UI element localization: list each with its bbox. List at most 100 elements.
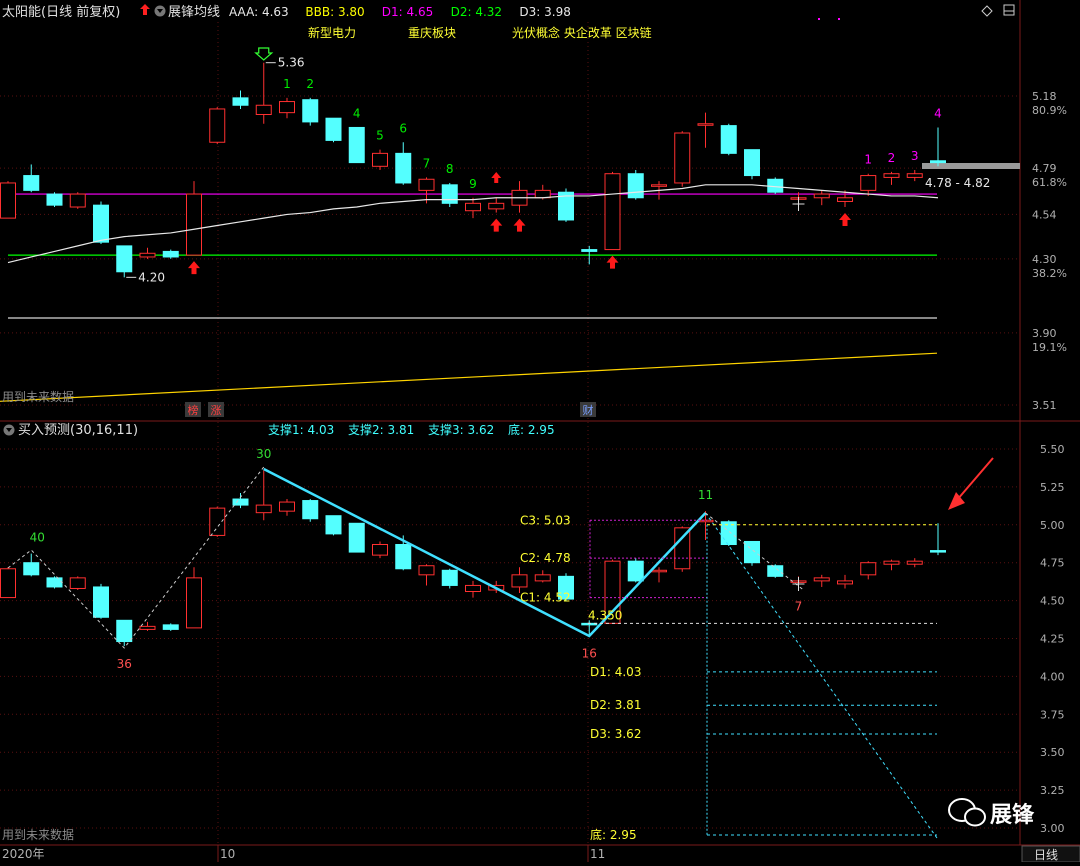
sub-y-tick-label: 4.25 [1040, 633, 1065, 646]
stock-chart[interactable]: 5.1880.9% 4.7961.8% 4.54 4.3038.2% 3.9019.1%… [0, 0, 1080, 863]
candle [0, 181, 16, 219]
period-label: 日线 [1034, 848, 1058, 862]
candle [744, 540, 760, 566]
peak-trough-label: 36 [117, 657, 132, 671]
candle-body [348, 522, 365, 553]
annotation-label: 5.36 [278, 56, 305, 70]
header-value: D1: 4.65 [382, 5, 433, 19]
main-y-tick-label: 5.18 [1032, 90, 1057, 103]
c-level-label: C3: 5.03 [520, 513, 571, 527]
sub-y-tick-label: 3.75 [1040, 708, 1065, 721]
count-label: 2 [888, 151, 896, 165]
header-value: D3: 3.98 [519, 5, 570, 19]
count-label: 4 [934, 106, 942, 120]
candle-body [651, 569, 667, 573]
candle [93, 583, 109, 619]
candle-body [930, 160, 946, 164]
candle [69, 576, 86, 590]
candle-body [232, 498, 249, 506]
sector-tag: 重庆板块 [408, 26, 456, 40]
candle-body [674, 527, 691, 570]
candle-body [93, 586, 109, 618]
candle [69, 192, 86, 209]
candle [325, 515, 342, 536]
support-value: 支撑1: 4.03 [268, 422, 334, 437]
candle [674, 131, 691, 187]
candle-body [46, 193, 63, 206]
candle-body [325, 117, 342, 141]
count-label: 1 [283, 77, 291, 91]
event-tag: 财 [580, 402, 596, 417]
event-tag-label: 财 [583, 403, 594, 417]
c-level-label: C2: 4.78 [520, 551, 571, 565]
sector-tag: 新型电力 [308, 25, 356, 40]
count-label: 7 [423, 156, 431, 170]
candle [46, 192, 63, 208]
candle-body [860, 175, 877, 191]
main-y-tick-label: 4.54 [1032, 208, 1057, 221]
sub-y-tick-label: 3.25 [1040, 784, 1065, 797]
candle-body [906, 173, 923, 178]
candle-body [232, 97, 249, 106]
candle-body [883, 560, 900, 565]
support-value: 底: 2.95 [508, 422, 555, 437]
candle [744, 149, 760, 180]
sub-y-tick-label: 3.00 [1040, 822, 1065, 835]
candle-body [302, 500, 319, 520]
future-data-label: 用到未来数据 [2, 389, 74, 404]
header-value: AAA: 4.63 [229, 5, 289, 19]
candle [604, 171, 621, 251]
x-axis-label: 11 [590, 847, 605, 861]
header-value: BBB: 3.80 [305, 5, 364, 19]
main-y-tick-label: 3.90 [1032, 327, 1057, 340]
marker-dot [818, 18, 820, 20]
support-value: 支撑2: 3.81 [348, 422, 414, 437]
d-level-label: D3: 3.62 [590, 727, 641, 741]
candle-body [767, 565, 784, 577]
candle-body [465, 202, 481, 212]
candle-body [255, 104, 272, 116]
candle-body [906, 560, 923, 565]
candle-body [139, 625, 156, 630]
future-data-label: 用到未来数据 [2, 827, 74, 842]
candle-body [674, 132, 691, 184]
candle [767, 564, 784, 578]
candle-body [813, 577, 830, 582]
candle-body [186, 577, 202, 629]
sub-y-tick-label: 5.00 [1040, 519, 1065, 532]
candle-body [209, 507, 226, 536]
candle-body [395, 544, 412, 570]
marker-dot [838, 18, 840, 20]
support-value: 支撑3: 3.62 [428, 422, 494, 437]
candle [302, 97, 319, 126]
candle-body [0, 568, 16, 599]
sub-y-tick-label: 5.25 [1040, 481, 1065, 494]
candle-body [534, 574, 551, 582]
candle [720, 520, 737, 547]
event-tag-label: 榜 [188, 403, 199, 417]
sector-tag: 光伏概念 央企改革 区块链 [512, 25, 652, 40]
candle-body [511, 574, 528, 588]
candle [627, 558, 644, 583]
candle-body [697, 123, 714, 126]
candle-body [930, 550, 946, 553]
candle-body [860, 562, 877, 576]
candle-body [465, 584, 481, 593]
chart-stage: 5.18 80.9% 4.79 61.8% 4.54 4.30 38.2% 3.90 19.1%… [0, 0, 1080, 863]
sub-y-tick-label: 4.50 [1040, 595, 1065, 608]
candle-body [441, 569, 458, 586]
candle-body [372, 544, 388, 556]
candle [0, 567, 16, 599]
candle [348, 522, 365, 553]
candle-body [186, 193, 202, 256]
main-y-tick-label: 4.79 [1032, 162, 1057, 175]
candle [627, 170, 644, 200]
candle-body [139, 252, 156, 258]
candle-body [813, 193, 830, 199]
main-y-tick-label: 4.30 [1032, 253, 1057, 266]
price-range-bar [922, 163, 1020, 169]
candle [441, 182, 458, 208]
candle-body [162, 624, 179, 630]
candle-body [488, 202, 505, 210]
stock-title: 太阳能(日线 前复权) [2, 4, 120, 20]
